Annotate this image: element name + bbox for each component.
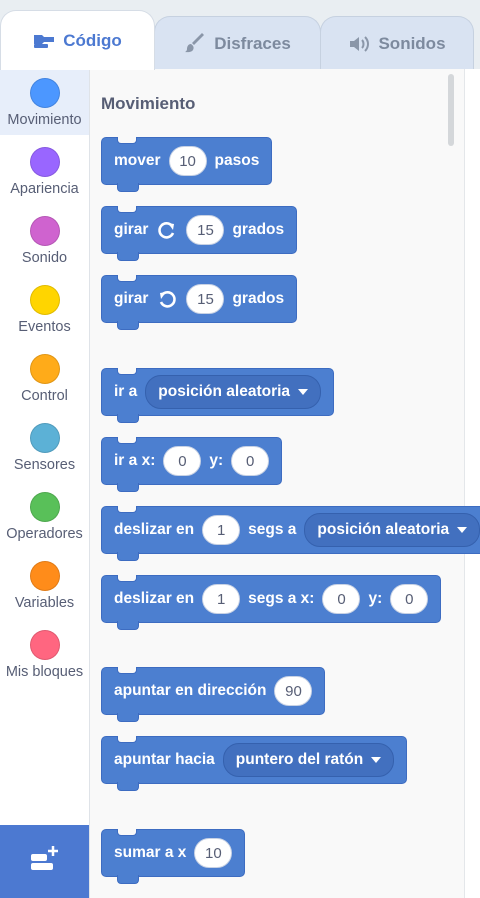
- rotate-clockwise-icon: [156, 220, 178, 240]
- block-text: sumar a x: [114, 844, 187, 861]
- category-label: Eventos: [18, 319, 71, 335]
- block-text: girar: [114, 290, 149, 307]
- category-label: Mis bloques: [5, 664, 84, 680]
- palette-scrollbar[interactable]: [448, 74, 454, 146]
- category-variables[interactable]: Variables: [0, 552, 89, 618]
- block-text: segs a: [248, 521, 297, 538]
- block-text: mover: [114, 152, 161, 169]
- x-input[interactable]: 0: [163, 446, 202, 476]
- degrees-input[interactable]: 15: [186, 215, 225, 245]
- category-label: Apariencia: [10, 181, 79, 197]
- tab-costumes[interactable]: Disfraces: [154, 16, 321, 70]
- category-motion[interactable]: Movimiento: [0, 69, 89, 135]
- category-events[interactable]: Eventos: [0, 276, 89, 342]
- caret-down-icon: [457, 527, 468, 533]
- caret-down-icon: [371, 757, 382, 763]
- block-text: segs a x:: [248, 590, 315, 607]
- seconds-input[interactable]: 1: [202, 584, 241, 614]
- category-label: Movimiento: [7, 112, 82, 128]
- category-control[interactable]: Control: [0, 345, 89, 411]
- sensing-color-dot: [29, 423, 60, 453]
- palette-scroll-track: [464, 69, 480, 898]
- x-input[interactable]: 0: [322, 584, 361, 614]
- events-color-dot: [29, 285, 60, 315]
- steps-input[interactable]: 10: [168, 146, 207, 176]
- degrees-input[interactable]: 15: [186, 284, 225, 314]
- sound-color-dot: [29, 216, 60, 246]
- category-sensing[interactable]: Sensores: [0, 414, 89, 480]
- block-text: grados: [232, 221, 285, 238]
- turn-left-block[interactable]: girar 15 grados: [101, 275, 298, 330]
- speaker-icon: [348, 34, 370, 54]
- point-towards-dropdown[interactable]: puntero del ratón: [222, 743, 395, 777]
- block-text: deslizar en: [114, 521, 195, 538]
- my-blocks-color-dot: [29, 630, 60, 660]
- point-towards-block[interactable]: apuntar hacia puntero del ratón: [101, 736, 408, 791]
- go-to-xy-block[interactable]: ir a x: 0 y: 0: [101, 437, 283, 492]
- add-extension-button[interactable]: [0, 825, 89, 898]
- block-text: y:: [209, 452, 224, 469]
- go-to-target-dropdown[interactable]: posición aleatoria: [145, 375, 322, 409]
- dropdown-value: puntero del ratón: [235, 751, 364, 768]
- block-text: deslizar en: [114, 590, 195, 607]
- category-label: Sensores: [13, 457, 76, 473]
- dropdown-value: posición aleatoria: [317, 521, 450, 538]
- y-input[interactable]: 0: [390, 584, 429, 614]
- move-steps-block[interactable]: mover 10 pasos: [101, 137, 273, 192]
- editor-tabs: Código Disfraces Sonidos: [0, 0, 480, 70]
- dropdown-value: posición aleatoria: [158, 383, 291, 400]
- change-x-input[interactable]: 10: [194, 838, 233, 868]
- tab-code-label: Código: [63, 30, 122, 50]
- palette-section-title: Movimiento: [101, 94, 196, 113]
- category-label: Sonido: [21, 250, 68, 266]
- add-extension-icon: [27, 844, 63, 879]
- tab-sounds[interactable]: Sonidos: [320, 16, 474, 70]
- block-text: apuntar hacia: [114, 751, 215, 768]
- direction-input[interactable]: 90: [274, 676, 313, 706]
- category-my-blocks[interactable]: Mis bloques: [0, 621, 89, 687]
- rotate-counterclockwise-icon: [156, 289, 178, 309]
- block-text: ir a x:: [114, 452, 156, 469]
- category-menu: Movimiento Apariencia Sonido Eventos Con…: [0, 69, 90, 898]
- category-operators[interactable]: Operadores: [0, 483, 89, 549]
- category-looks[interactable]: Apariencia: [0, 138, 89, 204]
- motion-color-dot: [29, 78, 60, 108]
- category-sound[interactable]: Sonido: [0, 207, 89, 273]
- tab-costumes-label: Disfraces: [214, 33, 291, 53]
- seconds-input[interactable]: 1: [202, 515, 241, 545]
- y-input[interactable]: 0: [231, 446, 270, 476]
- variables-color-dot: [29, 561, 60, 591]
- change-x-block[interactable]: sumar a x 10: [101, 829, 246, 884]
- category-label: Operadores: [6, 526, 83, 542]
- glide-target-dropdown[interactable]: posición aleatoria: [304, 513, 480, 547]
- block-text: apuntar en dirección: [114, 682, 267, 699]
- block-text: grados: [232, 290, 285, 307]
- glide-to-block[interactable]: deslizar en 1 segs a posición aleatoria: [101, 506, 480, 561]
- block-text: girar: [114, 221, 149, 238]
- turn-right-block[interactable]: girar 15 grados: [101, 206, 298, 261]
- tab-code[interactable]: Código: [0, 10, 155, 70]
- category-label: Variables: [14, 595, 75, 611]
- point-in-direction-block[interactable]: apuntar en dirección 90: [101, 667, 326, 722]
- operators-color-dot: [29, 492, 60, 522]
- caret-down-icon: [298, 389, 309, 395]
- looks-color-dot: [29, 147, 60, 177]
- block-text: y:: [368, 590, 383, 607]
- go-to-block[interactable]: ir a posición aleatoria: [101, 368, 335, 423]
- block-text: ir a: [114, 383, 138, 400]
- control-color-dot: [29, 354, 60, 384]
- glide-to-xy-block[interactable]: deslizar en 1 segs a x: 0 y: 0: [101, 575, 442, 630]
- category-label: Control: [21, 388, 68, 404]
- tab-sounds-label: Sonidos: [378, 33, 446, 53]
- code-blocks-icon: [33, 32, 55, 50]
- paintbrush-icon: [184, 32, 206, 55]
- block-text: pasos: [214, 152, 260, 169]
